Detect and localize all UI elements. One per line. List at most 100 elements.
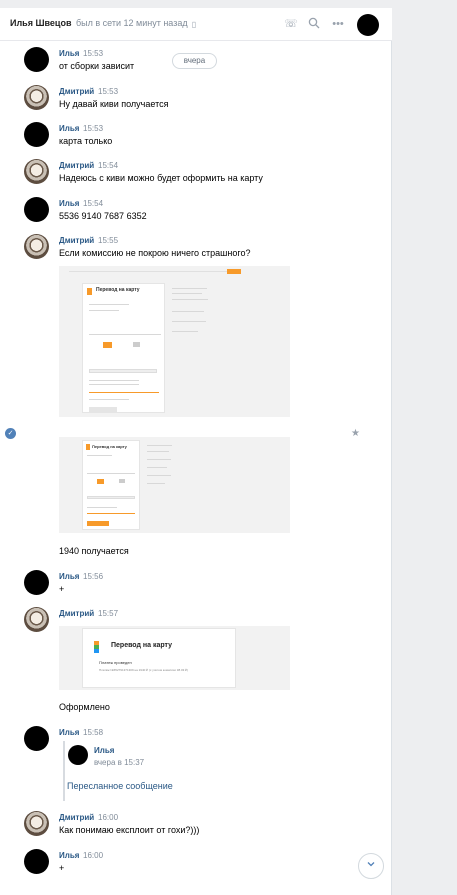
shot-title: Перевод на карту xyxy=(92,444,127,449)
shot-icon xyxy=(94,641,99,653)
online-status: был в сети 12 минут назад xyxy=(76,18,188,28)
message-text: Ну давай киви получается xyxy=(59,99,169,109)
avatar[interactable] xyxy=(24,122,49,147)
message-text: Если комиссию не покрою ничего страшного… xyxy=(59,248,251,258)
author-name[interactable]: Илья xyxy=(59,851,79,860)
shot-side-line xyxy=(147,467,167,468)
mobile-icon: ▯ xyxy=(191,20,197,29)
more-icon[interactable]: ••• xyxy=(331,17,345,31)
message-time: 16:00 xyxy=(83,851,104,860)
avatar[interactable] xyxy=(24,197,49,222)
message-time: 15:53 xyxy=(83,124,104,133)
author-name[interactable]: Илья xyxy=(59,728,79,737)
message-time: 15:58 xyxy=(83,728,104,737)
message-time: 15:53 xyxy=(83,49,104,58)
message-time: 15:54 xyxy=(98,161,119,170)
date-pill: вчера xyxy=(172,53,217,69)
avatar[interactable] xyxy=(24,85,49,110)
shot-side-line xyxy=(172,293,202,294)
shot-title: Перевод на карту xyxy=(96,287,140,293)
message-time: 15:56 xyxy=(83,572,104,581)
shot-side-line xyxy=(147,451,169,452)
shot-line xyxy=(87,473,135,474)
shot-line xyxy=(89,310,119,311)
shot-topbar xyxy=(69,271,229,272)
shot-form-card: Перевод на карту xyxy=(82,440,140,530)
shot-side-line xyxy=(172,299,208,300)
avatar[interactable] xyxy=(24,607,49,632)
message-text: + xyxy=(59,863,65,873)
forward-author[interactable]: Илья xyxy=(94,746,114,755)
forward-avatar[interactable] xyxy=(68,745,88,765)
shot-button xyxy=(89,407,117,412)
shot-side-line xyxy=(172,331,198,332)
star-icon[interactable]: ★ xyxy=(351,428,360,439)
message-time: 15:53 xyxy=(98,87,119,96)
author-name[interactable]: Дмитрий xyxy=(59,609,94,618)
phone-icon[interactable]: ☏ xyxy=(284,17,298,31)
scroll-down-button[interactable] xyxy=(358,853,384,879)
shot-title: Перевод на карту xyxy=(111,642,173,649)
shot-card-icon xyxy=(119,479,125,483)
shot-underline xyxy=(89,392,159,393)
shot-side-line xyxy=(147,483,165,484)
avatar[interactable] xyxy=(24,570,49,595)
shot-side-line xyxy=(172,311,204,312)
shot-underline xyxy=(87,513,135,514)
message-text: 1940 получается xyxy=(59,546,129,556)
contact-name[interactable]: Илья Швецов xyxy=(10,18,72,28)
shot-side-line xyxy=(147,475,171,476)
shot-detail: Платёж №652791371309 на 1940 ₽ (с учётом… xyxy=(99,668,189,672)
message-text: 5536 9140 7687 6352 xyxy=(59,211,147,221)
avatar[interactable] xyxy=(24,726,49,751)
shot-line xyxy=(89,334,161,335)
photo-attachment[interactable]: Перевод на карту xyxy=(59,266,290,417)
shot-line xyxy=(87,455,112,456)
chevron-down-icon xyxy=(366,860,376,872)
photo-attachment[interactable]: Перевод на карту xyxy=(59,437,290,533)
shot-line xyxy=(89,384,139,385)
author-name[interactable]: Дмитрий xyxy=(59,87,94,96)
avatar[interactable] xyxy=(24,849,49,874)
author-name[interactable]: Дмитрий xyxy=(59,813,94,822)
shot-line xyxy=(89,399,129,400)
check-circle-icon[interactable]: ✓ xyxy=(5,428,16,439)
shot-select xyxy=(87,496,135,499)
shot-card-icon xyxy=(103,342,112,348)
author-name[interactable]: Дмитрий xyxy=(59,161,94,170)
avatar[interactable] xyxy=(24,811,49,836)
author-name[interactable]: Илья xyxy=(59,572,79,581)
forwarded-message-link[interactable]: Пересланное сообщение xyxy=(67,781,173,791)
shot-line xyxy=(89,380,139,381)
message-text: от сборки зависит xyxy=(59,61,135,71)
chat-panel: Илья Швецов был в сети 12 минут назад ▯ … xyxy=(0,8,392,895)
message-text: карта только xyxy=(59,136,113,146)
author-name[interactable]: Дмитрий xyxy=(59,236,94,245)
forward-time: вчера в 15:37 xyxy=(94,758,145,767)
message-text: Как понимаю експлоит от гохи?))) xyxy=(59,825,200,835)
shot-card-icon xyxy=(97,479,104,484)
message-text: + xyxy=(59,584,65,594)
author-name[interactable]: Илья xyxy=(59,124,79,133)
shot-receipt-card: Перевод на карту Платеж проведен Платёж … xyxy=(82,628,236,688)
shot-icon xyxy=(86,444,90,450)
author-name[interactable]: Илья xyxy=(59,199,79,208)
shot-button xyxy=(87,521,109,526)
shot-icon xyxy=(87,288,92,295)
forward-bar xyxy=(63,741,65,801)
contact-avatar[interactable] xyxy=(357,14,379,36)
avatar[interactable] xyxy=(24,159,49,184)
avatar[interactable] xyxy=(24,47,49,72)
shot-logo xyxy=(227,269,241,274)
shot-side-line xyxy=(172,288,207,289)
author-name[interactable]: Илья xyxy=(59,49,79,58)
shot-side-line xyxy=(172,321,206,322)
shot-side-line xyxy=(147,445,172,446)
shot-line xyxy=(89,304,129,305)
shot-card-icon xyxy=(133,342,140,347)
avatar[interactable] xyxy=(24,234,49,259)
message-text: Надеюсь с киви можно будет оформить на к… xyxy=(59,173,263,183)
message-time: 15:54 xyxy=(83,199,104,208)
search-icon[interactable] xyxy=(307,17,321,31)
photo-attachment[interactable]: Перевод на карту Платеж проведен Платёж … xyxy=(59,626,290,690)
